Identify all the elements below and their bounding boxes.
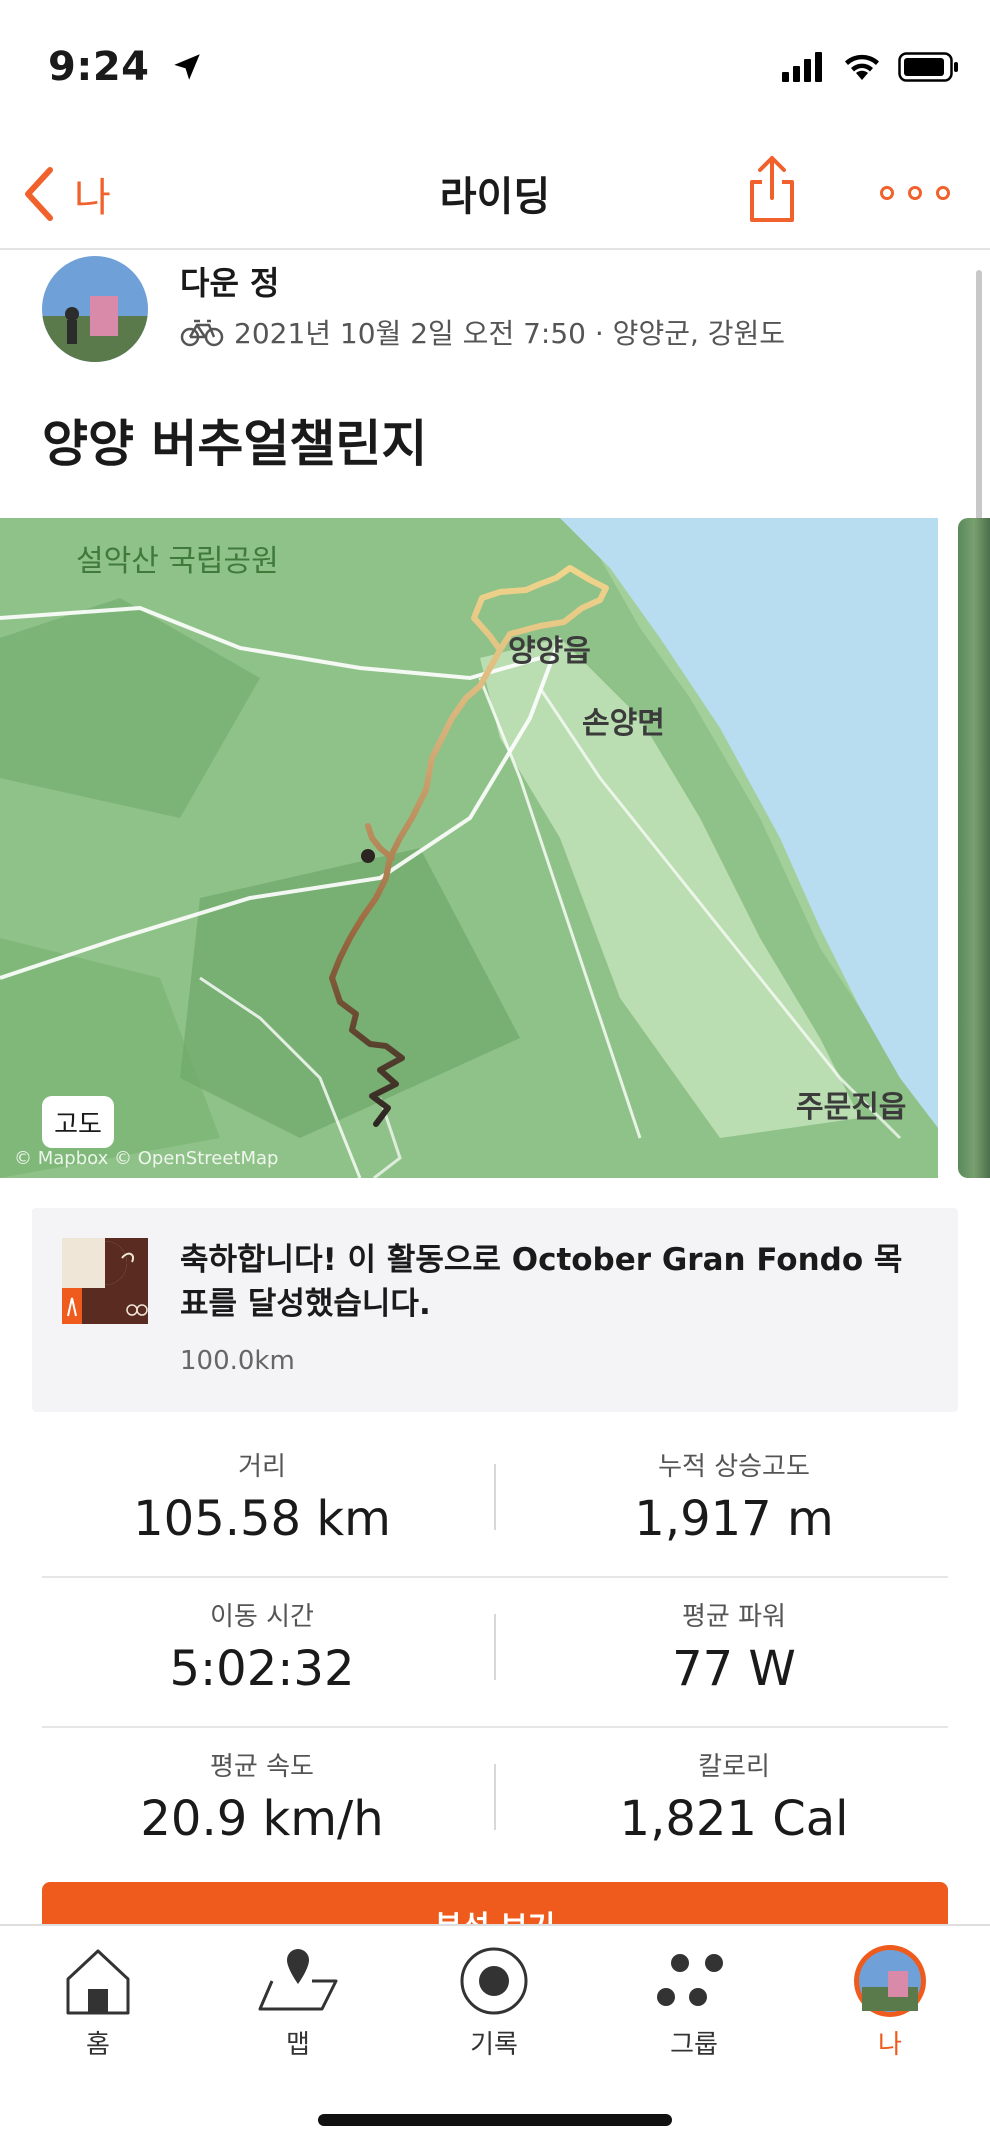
route-map[interactable]: 설악산 국립공원 양양읍 손양면 주문진읍 고도 © Mapbox © Open… (0, 518, 938, 1178)
stat-avg-power: 평균 파워 77 W (524, 1596, 944, 1697)
activity-header: 다운 정 2021년 10월 2일 오전 7:50 · 양양군, 강원도 (0, 252, 990, 382)
share-button[interactable] (744, 154, 800, 224)
more-dot-icon (880, 186, 894, 200)
stat-label: 누적 상승고도 (658, 1452, 810, 1482)
stat-divider (494, 1764, 496, 1830)
activity-title: 양양 버추얼챌린지 (42, 415, 428, 473)
stat-label: 평균 속도 (210, 1752, 314, 1782)
stat-divider (494, 1614, 496, 1680)
tab-label: 나 (878, 2030, 902, 2060)
route-line (329, 565, 609, 1127)
stat-row: 이동 시간 5:02:32 평균 파워 77 W (42, 1578, 948, 1728)
tab-label: 홈 (86, 2030, 110, 2060)
stat-elevation-gain: 누적 상승고도 1,917 m (524, 1446, 944, 1547)
stat-value: 5:02:32 (169, 1641, 355, 1697)
stat-label: 이동 시간 (210, 1602, 314, 1632)
stat-value: 77 W (672, 1641, 796, 1697)
status-icons (782, 52, 960, 82)
share-icon (750, 156, 794, 222)
stat-label: 거리 (238, 1452, 286, 1482)
goal-distance: 100.0km (180, 1346, 295, 1376)
groups-icon (657, 1954, 723, 2006)
stat-divider (494, 1464, 496, 1530)
battery-icon (898, 52, 958, 82)
tab-me[interactable]: 나 (820, 1940, 960, 2060)
record-icon (460, 1947, 528, 2015)
stat-label: 칼로리 (698, 1752, 770, 1782)
tab-home[interactable]: 홈 (28, 1940, 168, 2060)
map-label-town: 양양읍 (508, 634, 591, 669)
more-dot-icon (908, 186, 922, 200)
more-options-button[interactable] (880, 168, 950, 218)
map-icon (258, 1949, 338, 2011)
page-title: 라이딩 (439, 174, 551, 220)
tab-label: 그룹 (670, 2030, 718, 2060)
clock-text: 9:24 (48, 44, 150, 90)
athlete-name[interactable]: 다운 정 (180, 258, 279, 304)
status-bar: 9:24 (0, 0, 990, 140)
activity-date-location: 2021년 10월 2일 오전 7:50 · 양양군, 강원도 (234, 317, 786, 350)
avatar[interactable] (42, 256, 148, 362)
stat-calories: 칼로리 1,821 Cal (524, 1746, 944, 1847)
stat-moving-time: 이동 시간 5:02:32 (52, 1596, 472, 1697)
tab-groups[interactable]: 그룹 (624, 1940, 764, 2060)
map-label-park: 설악산 국립공원 (76, 544, 279, 579)
activity-stats: 거리 105.58 km 누적 상승고도 1,917 m 이동 시간 5:02:… (42, 1428, 948, 1878)
activity-meta: 2021년 10월 2일 오전 7:50 · 양양군, 강원도 (180, 312, 785, 352)
gran-fondo-badge-icon (62, 1238, 148, 1324)
profile-avatar-icon (854, 1945, 926, 2017)
stat-value: 1,821 Cal (619, 1791, 849, 1847)
status-time: 9:24 (48, 44, 204, 90)
stat-row: 거리 105.58 km 누적 상승고도 1,917 m (42, 1428, 948, 1578)
tab-label: 맵 (286, 2030, 310, 2060)
map-attribution: © Mapbox © OpenStreetMap (14, 1148, 279, 1169)
navigation-bar: 나 라이딩 (0, 140, 990, 250)
goal-achievement-card[interactable]: 축하합니다! 이 활동으로 October Gran Fondo 목표를 달성했… (32, 1208, 958, 1412)
stat-value: 1,917 m (634, 1491, 834, 1547)
map-label-jumunjin: 주문진읍 (796, 1090, 907, 1125)
cellular-signal-icon (782, 52, 822, 82)
photo-preview[interactable] (958, 518, 990, 1178)
location-arrow-icon (174, 54, 200, 80)
stat-label: 평균 파워 (682, 1602, 786, 1632)
tab-record[interactable]: 기록 (424, 1940, 564, 2060)
bike-icon (180, 319, 224, 347)
stat-distance: 거리 105.58 km (52, 1446, 472, 1547)
more-dot-icon (936, 186, 950, 200)
tab-map[interactable]: 맵 (228, 1940, 368, 2060)
stat-row: 평균 속도 20.9 km/h 칼로리 1,821 Cal (42, 1728, 948, 1878)
map-label-district: 손양면 (582, 706, 665, 741)
wifi-icon (845, 54, 879, 80)
tab-bar: 홈 맵 기록 그룹 나 (0, 1924, 990, 2143)
elevation-toggle-button[interactable]: 고도 (42, 1096, 114, 1148)
home-indicator[interactable] (318, 2114, 672, 2126)
tab-label: 기록 (470, 2030, 518, 2060)
home-icon (66, 1949, 130, 2015)
stat-value: 20.9 km/h (140, 1791, 384, 1847)
stat-value: 105.58 km (133, 1491, 391, 1547)
goal-title: 축하합니다! 이 활동으로 October Gran Fondo 목표를 달성했… (180, 1242, 903, 1322)
stat-avg-speed: 평균 속도 20.9 km/h (52, 1746, 472, 1847)
